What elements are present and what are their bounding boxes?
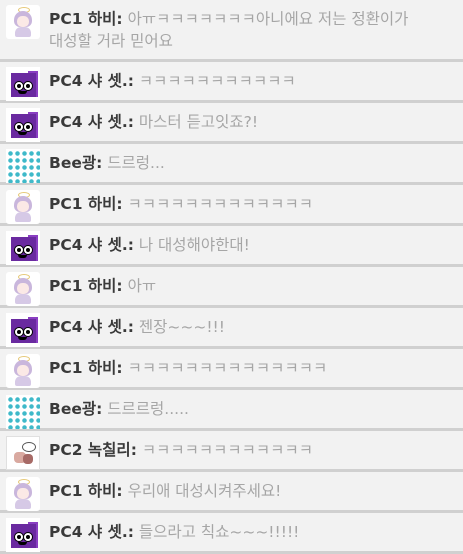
message-body: ㅋㅋㅋㅋㅋㅋㅋㅋㅋㅋㅋ bbox=[138, 72, 296, 90]
message-text: PC4 샤 셋.: ㅋㅋㅋㅋㅋㅋㅋㅋㅋㅋㅋ bbox=[49, 67, 296, 92]
message-body: 들으라고 칙쇼~~~!!!!! bbox=[138, 523, 300, 541]
chat-message: PC2 녹칠리: ㅋㅋㅋㅋㅋㅋㅋㅋㅋㅋㅋㅋ bbox=[0, 431, 463, 472]
avatar bbox=[6, 354, 40, 388]
chat-message: Bee광: 드르렁... bbox=[0, 144, 463, 185]
message-text: PC1 하비: 아ㅠ bbox=[49, 272, 156, 297]
avatar bbox=[6, 518, 40, 552]
speaker-name: PC1 하비: bbox=[49, 277, 123, 295]
chat-message: PC1 하비: ㅋㅋㅋㅋㅋㅋㅋㅋㅋㅋㅋㅋㅋ bbox=[0, 185, 463, 226]
chat-message: PC1 하비: ㅋㅋㅋㅋㅋㅋㅋㅋㅋㅋㅋㅋㅋㅋ bbox=[0, 349, 463, 390]
speaker-name: PC1 하비: bbox=[49, 359, 123, 377]
chat-message: PC4 샤 셋.: 마스터 듣고잇죠?! bbox=[0, 103, 463, 144]
chat-message: PC4 샤 셋.: 나 대성해야한대! bbox=[0, 226, 463, 267]
speaker-name: PC4 샤 셋.: bbox=[49, 318, 134, 336]
message-text: PC4 샤 셋.: 나 대성해야한대! bbox=[49, 231, 250, 256]
message-text: PC1 하비: ㅋㅋㅋㅋㅋㅋㅋㅋㅋㅋㅋㅋㅋㅋ bbox=[49, 354, 327, 379]
message-body: 드르르렁..... bbox=[107, 400, 189, 418]
message-body: ㅋㅋㅋㅋㅋㅋㅋㅋㅋㅋㅋㅋㅋㅋ bbox=[127, 359, 328, 377]
message-text: PC1 하비: ㅋㅋㅋㅋㅋㅋㅋㅋㅋㅋㅋㅋㅋ bbox=[49, 190, 313, 215]
message-body: ㅋㅋㅋㅋㅋㅋㅋㅋㅋㅋㅋㅋ bbox=[141, 441, 313, 459]
avatar bbox=[6, 436, 40, 470]
speaker-name: PC4 샤 셋.: bbox=[49, 113, 134, 131]
chat-message: Bee광: 드르르렁..... bbox=[0, 390, 463, 431]
speaker-name: PC2 녹칠리: bbox=[49, 441, 137, 459]
chat-message: PC4 샤 셋.: 들으라고 칙쇼~~~!!!!! bbox=[0, 513, 463, 554]
message-body: 마스터 듣고잇죠?! bbox=[138, 113, 259, 131]
chat-log: PC1 하비: 아ㅠㅋㅋㅋㅋㅋㅋㅋ아니에요 저는 정환이가 대성할 거라 믿어요… bbox=[0, 0, 463, 554]
message-text: PC4 샤 셋.: 마스터 듣고잇죠?! bbox=[49, 108, 258, 133]
speaker-name: PC1 하비: bbox=[49, 482, 123, 500]
avatar bbox=[6, 231, 40, 265]
message-text: PC4 샤 셋.: 젠장~~~!!! bbox=[49, 313, 225, 338]
chat-message: PC1 하비: 우리애 대성시켜주세요! bbox=[0, 472, 463, 513]
speaker-name: PC4 샤 셋.: bbox=[49, 236, 134, 254]
avatar bbox=[6, 108, 40, 142]
message-body: 우리애 대성시켜주세요! bbox=[127, 482, 282, 500]
avatar bbox=[6, 272, 40, 306]
message-body: 젠장~~~!!! bbox=[138, 318, 225, 336]
avatar bbox=[6, 190, 40, 224]
avatar bbox=[6, 313, 40, 347]
speaker-name: Bee광: bbox=[49, 400, 103, 418]
avatar bbox=[6, 67, 40, 101]
message-text: PC2 녹칠리: ㅋㅋㅋㅋㅋㅋㅋㅋㅋㅋㅋㅋ bbox=[49, 436, 313, 461]
speaker-name: PC4 샤 셋.: bbox=[49, 523, 134, 541]
speaker-name: Bee광: bbox=[49, 154, 103, 172]
message-text: Bee광: 드르렁... bbox=[49, 149, 165, 174]
chat-message: PC1 하비: 아ㅠㅋㅋㅋㅋㅋㅋㅋ아니에요 저는 정환이가 대성할 거라 믿어요 bbox=[0, 0, 463, 62]
avatar bbox=[6, 477, 40, 511]
message-text: PC4 샤 셋.: 들으라고 칙쇼~~~!!!!! bbox=[49, 518, 299, 543]
message-body: 아ㅠ bbox=[127, 277, 157, 295]
chat-message: PC4 샤 셋.: 젠장~~~!!! bbox=[0, 308, 463, 349]
message-text: PC1 하비: 아ㅠㅋㅋㅋㅋㅋㅋㅋ아니에요 저는 정환이가 대성할 거라 믿어요 bbox=[49, 5, 455, 52]
avatar bbox=[6, 149, 40, 183]
speaker-name: PC1 하비: bbox=[49, 10, 123, 28]
avatar bbox=[6, 395, 40, 429]
message-text: PC1 하비: 우리애 대성시켜주세요! bbox=[49, 477, 281, 502]
message-body: 드르렁... bbox=[107, 154, 165, 172]
message-text: Bee광: 드르르렁..... bbox=[49, 395, 189, 420]
avatar bbox=[6, 5, 40, 39]
message-body: ㅋㅋㅋㅋㅋㅋㅋㅋㅋㅋㅋㅋㅋ bbox=[127, 195, 313, 213]
speaker-name: PC4 샤 셋.: bbox=[49, 72, 134, 90]
chat-message: PC4 샤 셋.: ㅋㅋㅋㅋㅋㅋㅋㅋㅋㅋㅋ bbox=[0, 62, 463, 103]
message-body: 나 대성해야한대! bbox=[138, 236, 250, 254]
chat-message: PC1 하비: 아ㅠ bbox=[0, 267, 463, 308]
speaker-name: PC1 하비: bbox=[49, 195, 123, 213]
